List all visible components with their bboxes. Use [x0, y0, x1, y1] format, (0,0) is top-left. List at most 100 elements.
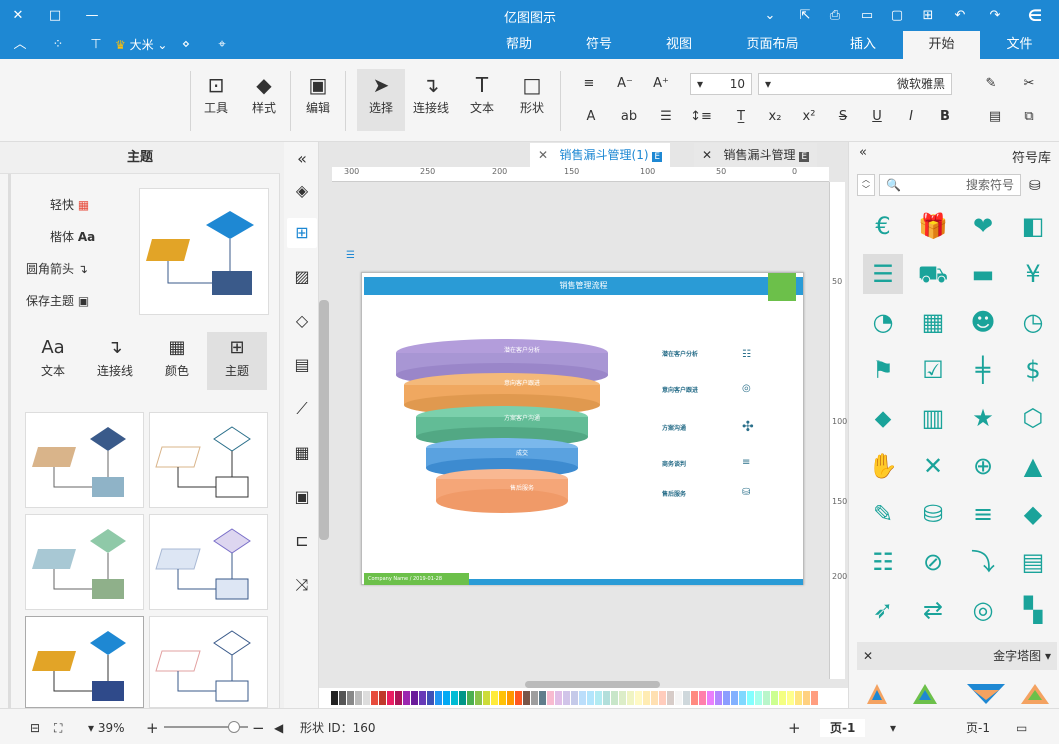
briefcase-icon[interactable]: ▦ — [913, 302, 953, 342]
play-icon[interactable]: ◀ — [274, 719, 283, 737]
theme-option-light[interactable]: 轻快 ▦ — [50, 194, 89, 216]
pyramid-thumbnails[interactable] — [865, 682, 1055, 708]
export-icon[interactable]: ⇱ — [795, 6, 815, 26]
font-size-select[interactable]: ▾ 10 — [690, 73, 752, 95]
text-tool-button[interactable]: T 文本 — [460, 71, 504, 116]
font-name-select[interactable]: ▾ 微软雅黑 — [758, 73, 952, 95]
clock-icon[interactable]: ◷ — [1013, 302, 1053, 342]
open-icon[interactable]: ▢ — [887, 6, 907, 26]
apps-icon[interactable]: ⁘ — [48, 35, 68, 55]
tab-insert[interactable]: 插入 — [828, 31, 898, 59]
cut-icon[interactable]: ✂ — [1018, 73, 1040, 95]
doc-tab-active[interactable]: ✕ 销售漏斗管理(1) E — [530, 143, 671, 167]
share-icon[interactable]: ⋄ — [176, 35, 196, 55]
style-button[interactable]: ◆ 样式 — [244, 71, 284, 116]
align-icon[interactable]: ≡ — [963, 494, 1003, 534]
canvas-page[interactable]: 销售管理流程 潜在客户分析 意向客户跟进 方案客户沟通 成交 售后服务 潜在客户… — [361, 272, 804, 585]
tab-page-layout[interactable]: 页面布局 — [730, 31, 815, 59]
strikethrough-icon[interactable]: S — [832, 106, 854, 128]
page-indicator[interactable]: 页-1 — [966, 719, 990, 737]
tools-icon[interactable]: ✕ — [913, 446, 953, 486]
tab-symbol[interactable]: 符号 — [568, 31, 630, 59]
maximize-icon[interactable]: □ — [45, 6, 65, 26]
star-icon[interactable]: ★ — [963, 398, 1003, 438]
section-header[interactable]: ✕ 金字塔图 ▾ — [857, 642, 1057, 670]
handshake-icon[interactable]: ✋ — [863, 446, 903, 486]
diamond-icon[interactable]: ◆ — [1013, 494, 1053, 534]
table-icon[interactable]: ▦ — [287, 438, 317, 468]
box-icon[interactable]: ⬡ — [1013, 398, 1053, 438]
heart-hand-icon[interactable]: ❤ — [963, 206, 1003, 246]
shirt-icon[interactable]: ⊤ — [86, 35, 106, 55]
euro-icon[interactable]: € — [863, 206, 903, 246]
library-icon[interactable]: ⛁ — [1029, 178, 1041, 194]
connector-tool-button[interactable]: ↴ 连接线 — [408, 71, 454, 116]
theme-option-arrow[interactable]: 圆角箭头 ↴ — [26, 258, 88, 280]
theme-icon[interactable]: ⊞ — [287, 218, 317, 248]
list-icon[interactable]: ☰ — [863, 254, 903, 294]
redo-icon[interactable]: ↷ — [985, 6, 1005, 26]
more-icon[interactable]: ⌄ — [760, 6, 780, 26]
zoom-out-icon[interactable]: − — [252, 719, 265, 737]
scroll-stepper[interactable]: ︿ ﹀ — [857, 174, 875, 196]
color-palette[interactable] — [319, 688, 848, 708]
list2-icon[interactable]: ☷ — [863, 542, 903, 582]
save-icon[interactable]: ▭ — [857, 6, 877, 26]
vertical-scrollbar[interactable] — [319, 300, 329, 540]
fullscreen-icon[interactable]: ⛶ — [54, 719, 62, 737]
tab-view[interactable]: 视图 — [648, 31, 710, 59]
edit-icon[interactable]: ✎ — [863, 494, 903, 534]
coins-icon[interactable]: ⛁ — [913, 494, 953, 534]
truck-icon[interactable]: ⛟ — [913, 254, 953, 294]
pin-icon[interactable]: ⌖ — [212, 35, 232, 55]
subscript-icon[interactable]: x₂ — [764, 106, 786, 128]
line-spacing-icon[interactable]: ↕≡ — [690, 106, 712, 128]
map-icon[interactable]: ▚ — [1013, 590, 1053, 630]
align-icon[interactable]: ≡ — [578, 73, 600, 95]
font-grow-icon[interactable]: A⁺ — [650, 73, 672, 95]
zoom-slider-handle[interactable] — [228, 721, 240, 733]
fit-width-icon[interactable]: ⊟ — [30, 719, 40, 737]
horizontal-scrollbar[interactable] — [525, 681, 660, 688]
tab-color[interactable]: ▦ 颜色 — [147, 332, 207, 390]
rocket-icon[interactable]: ➶ — [863, 590, 903, 630]
font-color-icon[interactable]: A — [580, 106, 602, 128]
page-nav-icon[interactable]: ☰ — [346, 250, 362, 262]
flag-icon[interactable]: ⚑ — [863, 350, 903, 390]
paste-icon[interactable]: ▤ — [984, 106, 1006, 128]
zoom-in-icon[interactable]: + — [146, 719, 159, 737]
close-icon[interactable]: ✕ — [863, 649, 873, 663]
user-area[interactable]: ♛ 大米 ⌄ — [115, 36, 167, 53]
print-icon[interactable]: ⎙ — [825, 6, 845, 26]
symbol-search-input[interactable]: 🔍 搜索符号 — [879, 174, 1021, 196]
expand-icon[interactable]: « — [287, 144, 317, 174]
wave-icon[interactable]: ◔ — [863, 302, 903, 342]
ban-icon[interactable]: ⊘ — [913, 542, 953, 582]
clipboard-icon[interactable]: ▤ — [1013, 542, 1053, 582]
page-layout-icon[interactable]: ▭ — [1016, 719, 1027, 737]
shuffle-icon[interactable]: ⤨ — [287, 570, 317, 600]
theme-card[interactable] — [149, 412, 268, 508]
add-page-icon[interactable]: + — [788, 719, 801, 737]
fill-icon[interactable]: ◈ — [287, 176, 317, 206]
close-icon[interactable]: ✕ — [702, 148, 712, 162]
zoom-level[interactable]: ▾ 39% — [88, 719, 125, 737]
superscript-icon[interactable]: x² — [798, 106, 820, 128]
puzzle-icon[interactable]: ▣ — [287, 482, 317, 512]
circle-icon[interactable]: ◎ — [963, 590, 1003, 630]
text-case-icon[interactable]: ab — [618, 106, 640, 128]
page-tab[interactable]: 页-1 — [820, 719, 866, 737]
image-icon[interactable]: ▨ — [287, 262, 317, 292]
theme-option-font[interactable]: 楷体 Aa — [50, 226, 95, 248]
tag-icon[interactable]: ⬥ — [863, 398, 903, 438]
undo-icon[interactable]: ↶ — [950, 6, 970, 26]
theme-option-save[interactable]: 保存主题 ▣ — [26, 290, 89, 312]
close-icon[interactable]: ✕ — [538, 148, 548, 162]
collapse-icon[interactable]: ︿ — [10, 35, 30, 55]
yen-icon[interactable]: ¥ — [1013, 254, 1053, 294]
swap-icon[interactable]: ⇄ — [913, 590, 953, 630]
layers-icon[interactable]: ◇ — [287, 306, 317, 336]
doc-tab[interactable]: ✕ 销售漏斗管理 E — [694, 143, 818, 167]
close-icon[interactable]: ✕ — [8, 6, 28, 26]
dollar-icon[interactable]: $ — [1013, 350, 1053, 390]
